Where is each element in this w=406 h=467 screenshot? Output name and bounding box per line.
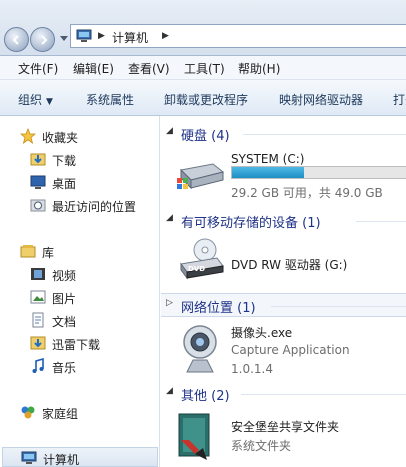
forward-button[interactable]: [30, 27, 55, 52]
shared-folder-name: 安全堡垒共享文件夹: [231, 420, 340, 434]
menu-view[interactable]: 查看(V): [128, 60, 170, 77]
camera-description: Capture Application: [231, 343, 350, 357]
uninstall-program-button[interactable]: 卸载或更改程序: [164, 91, 248, 108]
dvd-drive-name: DVD RW 驱动器 (G:): [231, 258, 348, 272]
pictures-icon: [30, 290, 46, 304]
shared-folder-type: 系统文件夹: [231, 439, 292, 453]
arrow-left-icon: [12, 35, 19, 45]
chevron-right-icon: ▷: [166, 298, 173, 308]
music-note-icon: [32, 358, 44, 373]
command-bar: 组织▼ 系统属性 卸载或更改程序 映射网络驱动器 打开: [0, 80, 406, 116]
group-title: 其他 (2): [181, 389, 230, 404]
hard-drive-icon: [177, 163, 225, 190]
camera-tile[interactable]: 摄像头.exe Capture Application 1.0.1.4: [161, 320, 406, 378]
recent-places-icon: [30, 199, 46, 212]
homegroup-icon: [21, 406, 35, 419]
nav-label: 计算机: [43, 453, 80, 467]
video-icon: [31, 268, 45, 280]
group-hard-disks-header[interactable]: ◢ 硬盘 (4): [161, 122, 406, 146]
group-network-header[interactable]: ▷ 网络位置 (1): [161, 293, 406, 317]
nav-label: 桌面: [52, 177, 77, 191]
group-title: 网络位置 (1): [181, 301, 256, 316]
thunder-download-icon: [30, 336, 46, 350]
group-divider: [271, 306, 406, 307]
nav-item-computer[interactable]: 计算机: [2, 447, 158, 467]
nav-label: 文档: [52, 315, 77, 329]
chevron-down-icon: ◢: [166, 213, 173, 223]
menu-bar: 文件(F) 编辑(E) 查看(V) 工具(T) 帮助(H): [0, 56, 406, 80]
menu-tools[interactable]: 工具(T): [184, 60, 225, 77]
group-divider: [241, 394, 406, 395]
dvd-badge: DVD: [188, 265, 206, 273]
drive-c-tile[interactable]: SYSTEM (C:) 29.2 GB 可用，共 49.0 GB: [161, 148, 406, 200]
content-pane: ◢ 硬盘 (4) SYSTEM (C:) 29.2 GB 可用，共 49.0 G…: [161, 116, 406, 467]
shared-folder-tile[interactable]: 安全堡垒共享文件夹 系统文件夹: [161, 408, 406, 464]
dvd-drive-icon: [180, 238, 224, 280]
drive-c-free-space: 29.2 GB 可用，共 49.0 GB: [231, 186, 383, 200]
menu-help[interactable]: 帮助(H): [238, 60, 280, 77]
group-divider: [243, 134, 406, 135]
star-icon: [20, 128, 36, 144]
organize-button[interactable]: 组织 ▼: [18, 91, 53, 108]
breadcrumb-separator-icon[interactable]: ▶: [162, 31, 169, 41]
navigation-pane: 收藏夹 下载 桌面 最近访问的位置 库 视频 图片 文档 迅雷下载 音乐 家庭组…: [0, 116, 160, 467]
address-bar-area: ▶ 计算机 ▶: [0, 0, 406, 56]
chevron-down-icon: ◢: [166, 126, 173, 136]
open-control-panel-button[interactable]: 打开: [393, 91, 406, 108]
nav-label: 收藏夹: [42, 131, 79, 145]
capacity-fill: [232, 167, 304, 178]
documents-icon: [32, 312, 44, 328]
nav-label: 音乐: [52, 361, 77, 375]
desktop-icon: [30, 175, 46, 189]
camera-name: 摄像头.exe: [231, 326, 293, 340]
drive-c-name: SYSTEM (C:): [231, 152, 305, 166]
menu-file[interactable]: 文件(F): [18, 60, 58, 77]
recent-pages-dropdown-icon[interactable]: [60, 36, 68, 42]
downloads-folder-icon: [30, 153, 46, 166]
computer-icon: [76, 29, 92, 42]
system-properties-button[interactable]: 系统属性: [86, 91, 134, 108]
shared-folder-icon: [178, 413, 210, 460]
organize-label: 组织: [18, 93, 43, 107]
nav-label: 库: [42, 246, 55, 260]
chevron-down-icon: ▼: [46, 97, 53, 107]
group-removable-header[interactable]: ◢ 有可移动存储的设备 (1): [161, 209, 406, 233]
group-title: 硬盘 (4): [181, 129, 230, 144]
menu-edit[interactable]: 编辑(E): [73, 60, 114, 77]
map-network-drive-button[interactable]: 映射网络驱动器: [279, 91, 363, 108]
nav-label: 迅雷下载: [52, 338, 101, 352]
dvd-drive-tile[interactable]: DVD DVD RW 驱动器 (G:): [161, 236, 406, 281]
breadcrumb-computer[interactable]: 计算机: [112, 29, 148, 46]
group-title: 有可移动存储的设备 (1): [181, 216, 321, 231]
computer-icon: [21, 451, 37, 464]
arrow-right-icon: [41, 35, 48, 45]
library-icon: [20, 245, 36, 258]
address-field[interactable]: ▶ 计算机 ▶: [70, 24, 406, 48]
webcam-icon: [183, 325, 217, 373]
camera-version: 1.0.1.4: [231, 362, 273, 376]
drive-c-capacity-bar: [231, 166, 406, 179]
nav-label: 最近访问的位置: [52, 200, 137, 214]
group-other-header[interactable]: ◢ 其他 (2): [161, 382, 406, 406]
nav-label: 视频: [52, 269, 77, 283]
nav-label: 下载: [52, 154, 77, 168]
breadcrumb-separator-icon[interactable]: ▶: [98, 31, 105, 41]
nav-label: 图片: [52, 292, 77, 306]
nav-label: 家庭组: [42, 407, 79, 421]
group-divider: [356, 221, 406, 222]
back-button[interactable]: [4, 27, 29, 52]
chevron-down-icon: ◢: [166, 386, 173, 396]
